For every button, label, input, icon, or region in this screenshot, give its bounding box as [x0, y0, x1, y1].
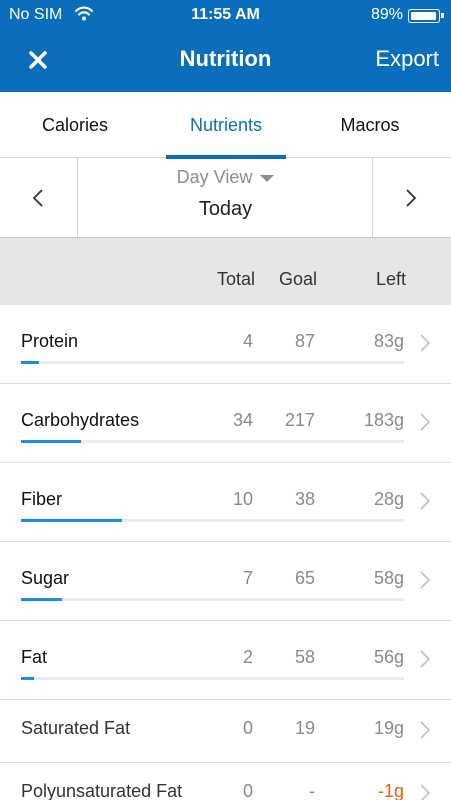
chevron-right-icon	[419, 491, 431, 516]
chevron-right-icon	[419, 720, 431, 745]
column-goal: Goal	[278, 269, 317, 289]
nutrient-goal: 38	[294, 489, 315, 509]
nutrient-name: Saturated Fat	[21, 718, 131, 738]
tab-calories[interactable]: Calories	[0, 92, 150, 158]
nutrient-row-protein[interactable]: Protein 4 87 83g	[0, 305, 451, 384]
day-selector: Day View Today	[0, 158, 451, 238]
column-header: Total Goal Left	[0, 238, 451, 305]
tab-nutrients[interactable]: Nutrients	[151, 92, 301, 159]
nav-bar: Nutrition Export	[0, 32, 451, 92]
nutrient-goal: 19	[294, 718, 315, 738]
chevron-right-icon	[419, 570, 431, 595]
tab-macros[interactable]: Macros	[295, 92, 445, 158]
chevron-right-icon	[419, 412, 431, 437]
nutrient-row-carbohydrates[interactable]: Carbohydrates 34 217 183g	[0, 384, 451, 463]
column-left: Left	[375, 269, 406, 289]
chevron-right-icon	[419, 649, 431, 674]
nutrient-name: Fiber	[21, 489, 63, 509]
nutrient-total: 34	[232, 410, 253, 430]
nutrient-row-saturated-fat[interactable]: Saturated Fat 0 19 19g	[0, 700, 451, 763]
nutrient-total: 10	[232, 489, 253, 509]
battery-percent: 89%	[370, 6, 403, 23]
nutrient-left: 183g	[363, 410, 404, 430]
nutrient-name: Carbohydrates	[21, 410, 140, 430]
progress-track	[21, 519, 404, 522]
nutrient-goal: -	[309, 781, 315, 800]
nutrient-row-fiber[interactable]: Fiber 10 38 28g	[0, 463, 451, 542]
export-button[interactable]: Export	[375, 46, 439, 72]
nutrient-total: 0	[242, 781, 253, 800]
column-total: Total	[216, 269, 255, 289]
next-day-button[interactable]	[372, 158, 451, 237]
progress-fill	[21, 677, 35, 680]
tab-label: Calories	[41, 115, 109, 135]
nutrient-left: 56g	[373, 647, 404, 667]
progress-track	[21, 440, 404, 443]
nutrient-name: Sugar	[21, 568, 70, 588]
nutrient-name: Fat	[21, 647, 48, 667]
nutrient-left: 58g	[373, 568, 404, 588]
nutrient-left: 19g	[373, 718, 404, 738]
chevron-right-icon	[419, 783, 431, 800]
app-header: No SIM 11:55 AM 89% Nutrition Export	[0, 0, 451, 92]
nutrient-left: 83g	[373, 331, 404, 351]
nutrient-row-polyunsaturated-fat[interactable]: Polyunsaturated Fat 0 - -1g	[0, 763, 451, 800]
progress-fill	[21, 361, 39, 364]
caret-down-icon	[260, 174, 275, 182]
progress-track	[21, 361, 404, 364]
progress-fill	[21, 440, 82, 443]
progress-fill	[21, 519, 122, 522]
progress-fill	[21, 598, 63, 601]
nutrient-goal: 58	[294, 647, 315, 667]
nutrient-total: 4	[242, 331, 253, 351]
status-bar: No SIM 11:55 AM 89%	[0, 0, 451, 32]
nutrient-total: 2	[242, 647, 253, 667]
chevron-right-icon	[403, 188, 419, 213]
nutrient-goal: 217	[284, 410, 315, 430]
nutrient-name: Polyunsaturated Fat	[21, 781, 183, 800]
tab-label: Nutrients	[189, 115, 263, 135]
nutrient-goal: 65	[294, 568, 315, 588]
nutrient-left: 28g	[373, 489, 404, 509]
tab-bar: Calories Nutrients Macros	[0, 92, 451, 159]
nutrient-name: Protein	[21, 331, 79, 351]
nutrient-row-fat[interactable]: Fat 2 58 56g	[0, 621, 451, 700]
nutrient-total: 7	[242, 568, 253, 588]
nutrient-list: Protein 4 87 83g Carbohydrates 34 217 18…	[0, 305, 451, 800]
battery-icon	[408, 9, 444, 23]
view-mode-label: Day View	[176, 167, 253, 187]
progress-track	[21, 598, 404, 601]
nutrient-left: -1g	[377, 781, 404, 800]
chevron-right-icon	[419, 333, 431, 358]
nutrient-goal: 87	[294, 331, 315, 351]
progress-track	[21, 677, 404, 680]
tab-label: Macros	[340, 115, 400, 135]
nutrient-row-sugar[interactable]: Sugar 7 65 58g	[0, 542, 451, 621]
nutrient-total: 0	[242, 718, 253, 738]
